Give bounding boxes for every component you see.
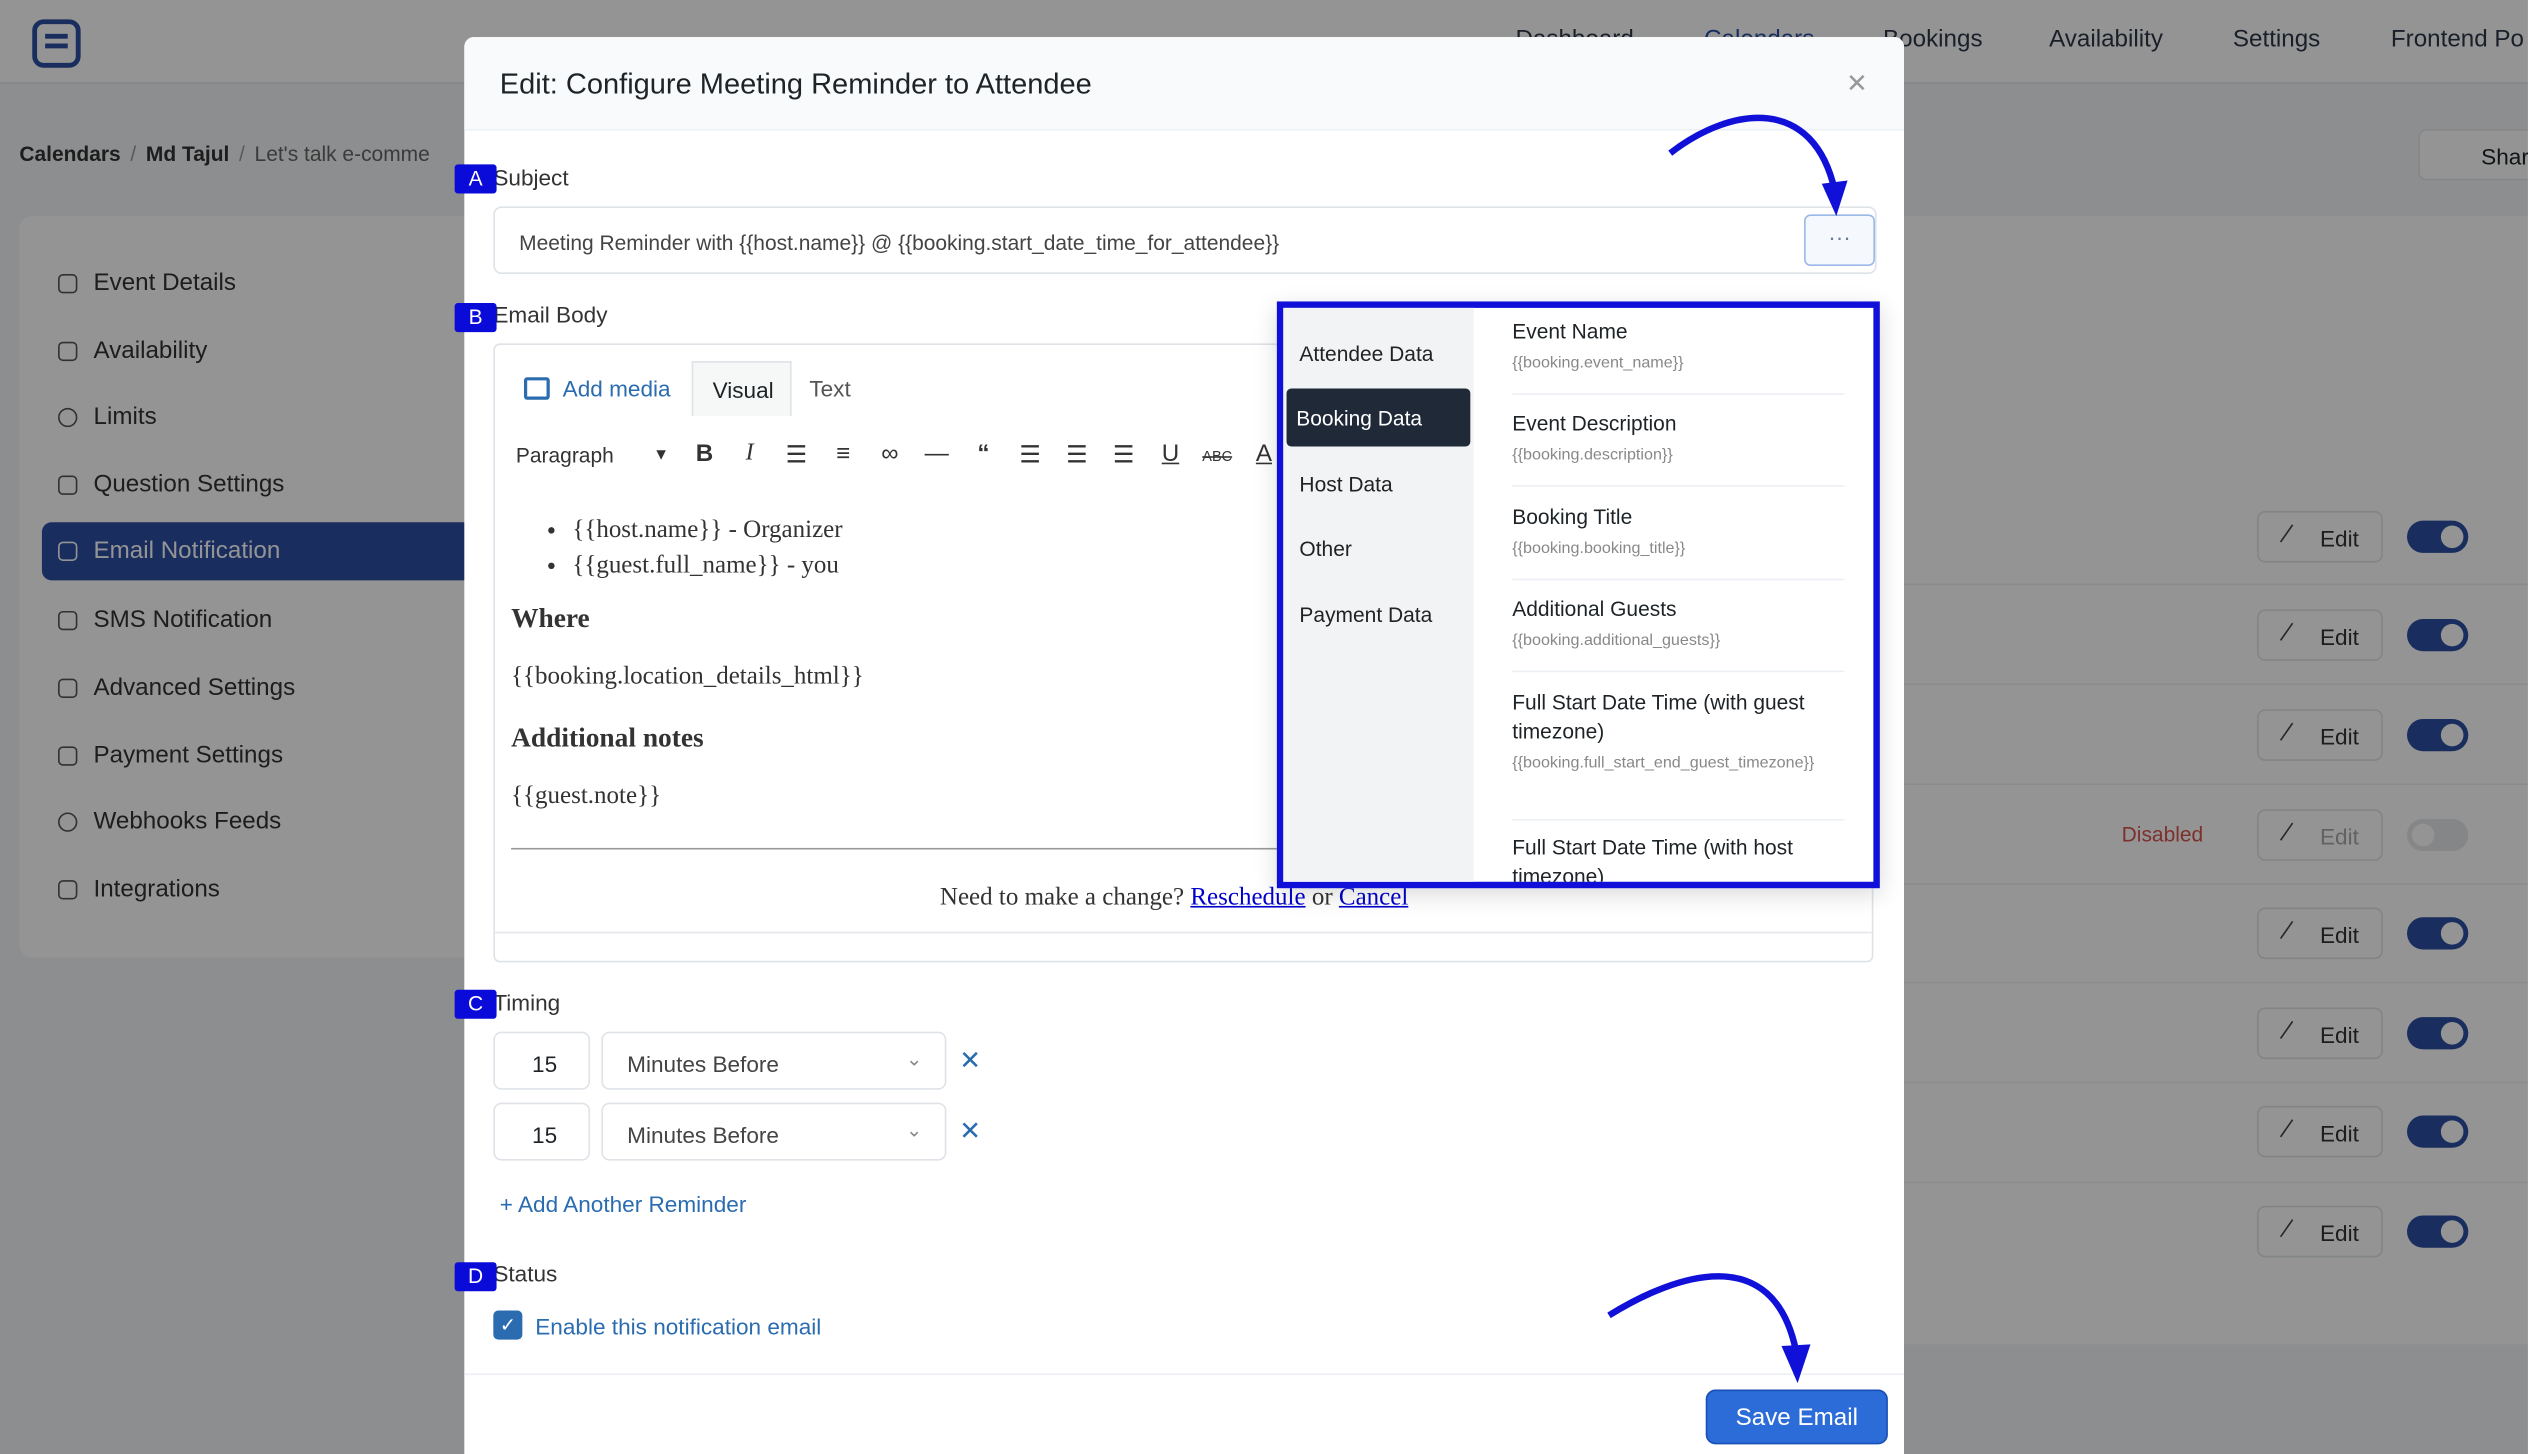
arrow-to-dots-button <box>1668 114 1838 191</box>
arrowhead <box>1781 1344 1811 1384</box>
arrow-to-save-button <box>1607 1273 1800 1352</box>
annotation-arrows <box>1607 114 1848 1384</box>
arrowhead <box>1821 180 1848 217</box>
